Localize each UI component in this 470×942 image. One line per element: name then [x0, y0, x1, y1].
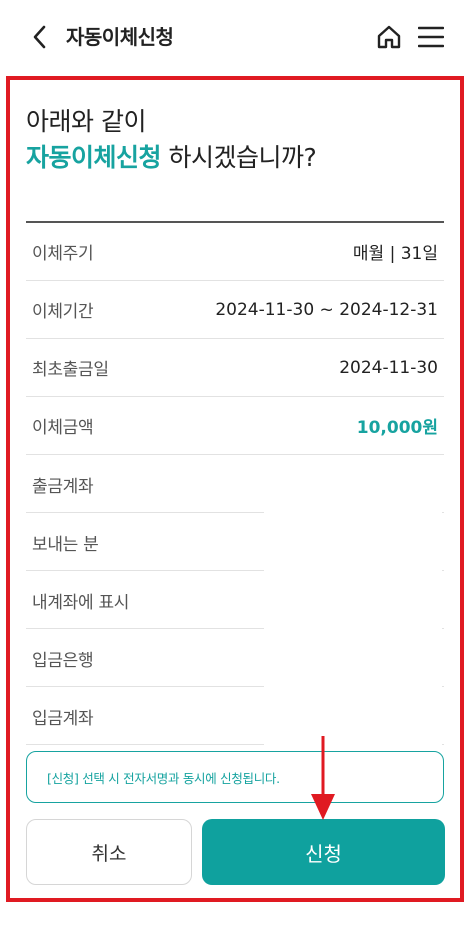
cancel-button[interactable]: 취소 — [26, 819, 192, 885]
home-icon — [377, 25, 401, 49]
home-button[interactable] — [374, 22, 404, 52]
detail-label: 내계좌에 표시 — [32, 592, 130, 613]
detail-row-withdrawal-account: 출금계좌 — [26, 455, 444, 513]
hamburger-menu-icon — [418, 26, 444, 48]
detail-value: 2024-11-30 — [339, 357, 438, 378]
detail-row-my-account-display: 내계좌에 표시 — [26, 571, 444, 629]
app-header: 자동이체신청 — [0, 0, 470, 74]
back-button[interactable] — [26, 22, 54, 52]
question-accent: 자동이체신청 — [26, 143, 162, 172]
detail-label: 입금계좌 — [32, 708, 94, 729]
detail-label: 이체금액 — [32, 418, 94, 438]
detail-row-period: 이체기간 2024-11-30 ~ 2024-12-31 — [26, 281, 444, 339]
detail-row-deposit-bank: 입금은행 — [26, 629, 444, 687]
detail-label: 이체기간 — [32, 302, 94, 322]
detail-label: 보내는 분 — [32, 534, 99, 555]
chevron-left-icon — [33, 25, 46, 49]
confirm-question: 아래와 같이 자동이체신청 하시겠습니까? — [26, 104, 317, 176]
transfer-amount: 10,000원 — [356, 418, 438, 438]
detail-row-cycle: 이체주기 매월 | 31일 — [26, 223, 444, 281]
detail-value: 매월 | 31일 — [352, 244, 438, 264]
question-line-1: 아래와 같이 — [26, 107, 146, 136]
transfer-details-table: 이체주기 매월 | 31일 이체기간 2024-11-30 ~ 2024-12-… — [26, 221, 444, 745]
detail-row-deposit-account: 입금계좌 — [26, 687, 444, 745]
question-line-2: 자동이체신청 하시겠습니까? — [26, 140, 317, 176]
detail-row-amount: 이체금액 10,000원 — [26, 397, 444, 455]
submit-button[interactable]: 신청 — [202, 819, 445, 885]
detail-row-sender: 보내는 분 — [26, 513, 444, 571]
menu-button[interactable] — [416, 22, 446, 52]
detail-label: 입금은행 — [32, 650, 94, 671]
detail-label: 최초출금일 — [32, 360, 109, 380]
signature-notice: [신청] 선택 시 전자서명과 동시에 신청됩니다. — [26, 751, 444, 803]
detail-label: 이체주기 — [32, 244, 94, 264]
detail-value: 2024-11-30 ~ 2024-12-31 — [215, 299, 438, 320]
detail-label: 출금계좌 — [32, 476, 94, 497]
question-rest: 하시겠습니까? — [161, 143, 317, 172]
detail-row-first-withdrawal: 최초출금일 2024-11-30 — [26, 339, 444, 397]
page-title: 자동이체신청 — [66, 25, 174, 49]
